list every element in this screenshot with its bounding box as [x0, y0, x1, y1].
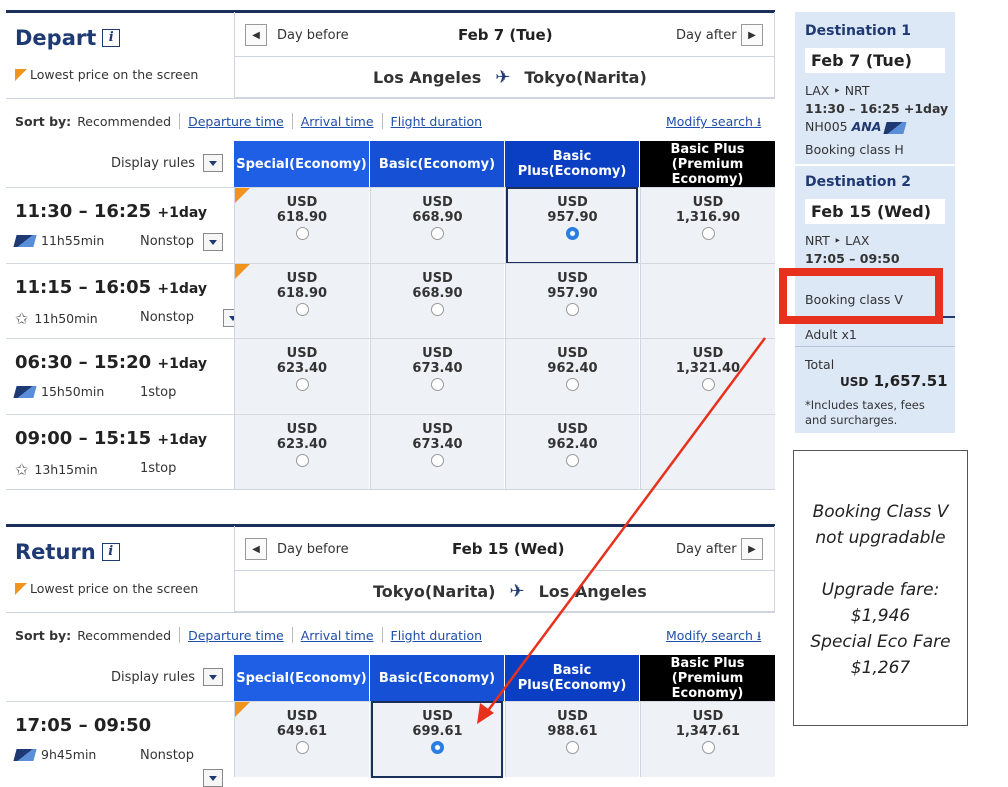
note-line: $1,267 — [850, 658, 911, 678]
note-line: $1,946 — [850, 606, 911, 626]
note-line: Special Eco Fare — [810, 632, 951, 652]
note-line: Upgrade fare: — [821, 580, 940, 600]
annotation-note: Booking Class V not upgradable Upgrade f… — [793, 450, 968, 726]
note-line: Booking Class V — [812, 502, 949, 522]
note-line: not upgradable — [815, 528, 946, 548]
